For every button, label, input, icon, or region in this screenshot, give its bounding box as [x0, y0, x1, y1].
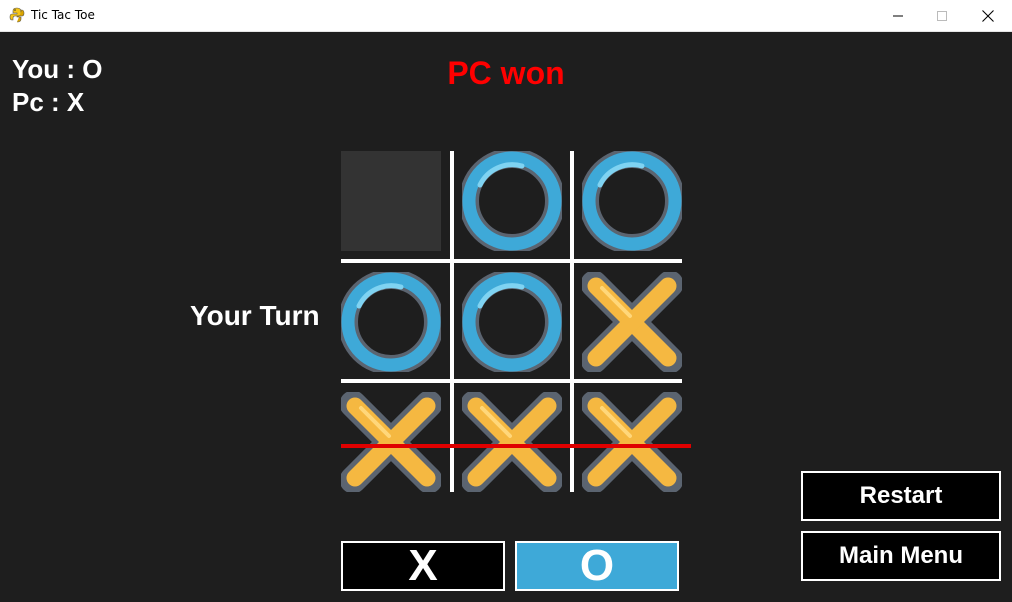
- x-piece-icon: [582, 272, 682, 372]
- board-cell[interactable]: [582, 392, 682, 492]
- o-piece-icon: [462, 151, 562, 251]
- x-piece-icon: [582, 392, 682, 492]
- board-cell[interactable]: [462, 151, 562, 251]
- winning-line: [341, 444, 691, 448]
- choose-x-button[interactable]: X: [341, 541, 505, 591]
- game-window: Tic Tac Toe You : O Pc : X PC won Your T…: [0, 0, 1012, 602]
- grid-line-horizontal: [341, 259, 682, 263]
- restart-button[interactable]: Restart: [801, 471, 1001, 521]
- board-cell[interactable]: [341, 392, 441, 492]
- board-cell[interactable]: [582, 151, 682, 251]
- board-cell[interactable]: [462, 272, 562, 372]
- board-cell[interactable]: [582, 272, 682, 372]
- grid-line-vertical: [570, 151, 574, 492]
- board-cell-empty[interactable]: [341, 151, 441, 251]
- o-piece-icon: [582, 151, 682, 251]
- choose-o-button[interactable]: O: [515, 541, 679, 591]
- grid-line-horizontal: [341, 379, 682, 383]
- main-menu-button[interactable]: Main Menu: [801, 531, 1001, 581]
- board-cell[interactable]: [462, 392, 562, 492]
- x-piece-icon: [462, 392, 562, 492]
- o-piece-icon: [341, 272, 441, 372]
- board-cell[interactable]: [341, 272, 441, 372]
- grid-line-vertical: [450, 151, 454, 492]
- o-piece-icon: [462, 272, 562, 372]
- x-piece-icon: [341, 392, 441, 492]
